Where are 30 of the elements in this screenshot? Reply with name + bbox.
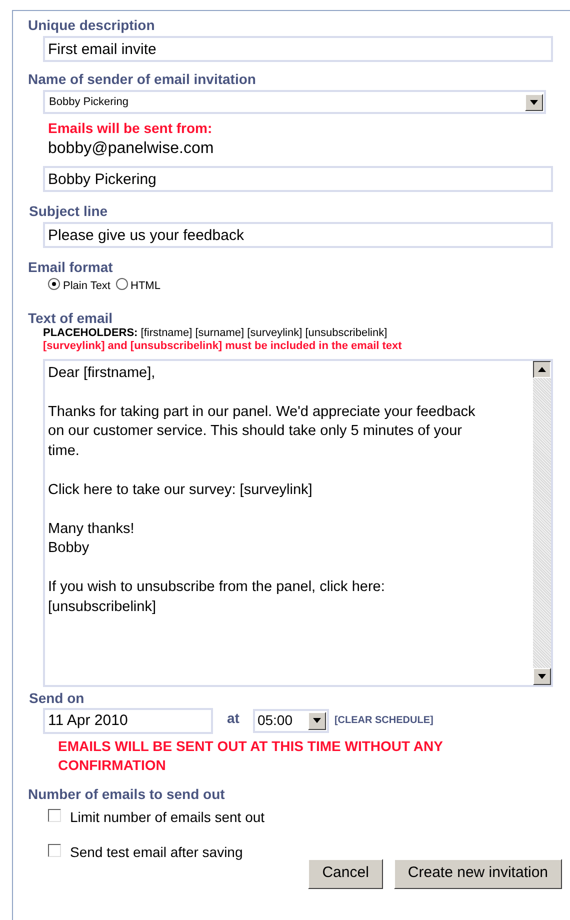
- radio-button[interactable]: [48, 278, 60, 290]
- field-label: Send on: [29, 688, 86, 706]
- field-label: Text of email: [28, 308, 114, 326]
- radio-button[interactable]: [116, 278, 128, 290]
- warning-text: EMAILS WILL BE SENT OUT AT THIS TIME WITHOUT ANY CONFIRMATION: [58, 736, 444, 774]
- field-label: Subject line: [29, 202, 109, 220]
- form-button[interactable]: Cancel: [308, 858, 383, 888]
- text-field[interactable]: First email invite: [43, 36, 553, 62]
- sender-dropdown[interactable]: Bobby Pickering: [43, 90, 546, 114]
- radio-label: Plain Text: [63, 279, 110, 294]
- warning-text: Emails will be sent from:: [48, 119, 214, 137]
- field-label: Email format: [28, 258, 114, 276]
- field-label: Name of sender of email invitation: [28, 70, 257, 88]
- text-field[interactable]: Bobby Pickering: [43, 166, 553, 192]
- time-dropdown[interactable]: 05:00: [253, 708, 330, 732]
- clear-schedule-link[interactable]: [CLEAR SCHEDULE]: [334, 713, 434, 728]
- text-field[interactable]: 11 Apr 2010: [43, 708, 213, 734]
- radio-label: HTML: [130, 279, 160, 294]
- at-label: at: [227, 709, 240, 728]
- placeholders-text: PLACEHOLDERS: [firstname] [surname] [surveylink] [unsubscribelink]: [43, 326, 388, 340]
- field-label: Number of emails to send out: [28, 784, 226, 802]
- checkbox[interactable]: [48, 844, 61, 857]
- text-field[interactable]: Please give us your feedback: [43, 222, 553, 248]
- checkbox[interactable]: [48, 809, 61, 822]
- form-button[interactable]: Create new invitation: [394, 858, 562, 888]
- warning-text: [surveylink] and [unsubscribelink] must be included in the email text: [43, 340, 403, 352]
- checkbox-label: Limit number of emails sent out: [70, 808, 265, 826]
- sender-email: bobby@panelwise.com: [48, 139, 215, 159]
- checkbox-label: Send test email after saving: [70, 842, 243, 862]
- field-label: Unique description: [28, 16, 156, 34]
